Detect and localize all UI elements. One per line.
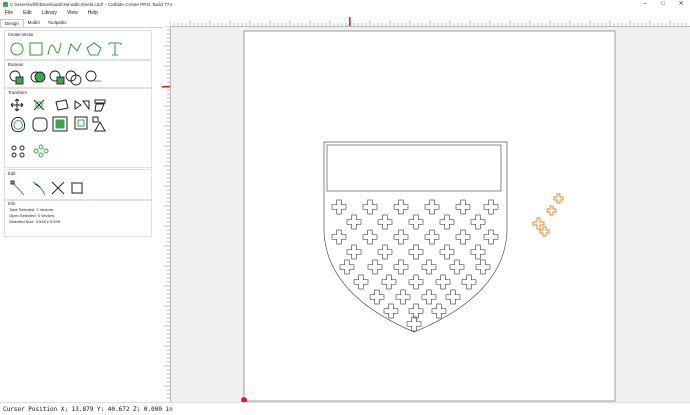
panel-tabs: Design Model Toolpaths	[0, 19, 170, 28]
menu-edit[interactable]: Edit	[23, 10, 32, 16]
menu-help[interactable]: Help	[88, 10, 98, 16]
cursor-position-text: Cursor Position X: 13.879 Y: 40.672 Z: 0…	[3, 406, 173, 413]
close-icon[interactable]: ✕	[672, 0, 690, 9]
vertical-ruler-ticks	[162, 25, 170, 399]
rotate-icon[interactable]	[55, 99, 69, 111]
vertical-ruler	[162, 25, 171, 402]
boundary-icon[interactable]	[52, 116, 68, 132]
info-header: Info	[8, 201, 15, 206]
boolean-header: Boolean	[8, 62, 24, 67]
horizontal-cursor-marker	[349, 17, 351, 26]
transform-section: Transform	[4, 88, 152, 168]
menu-view[interactable]: View	[67, 10, 78, 16]
curve-icon[interactable]	[47, 42, 62, 56]
edit-header: Edit	[8, 171, 16, 176]
horizontal-ruler	[169, 17, 690, 27]
menu-library[interactable]: Library	[42, 10, 57, 16]
circle-icon[interactable]	[10, 42, 24, 56]
status-bar: Cursor Position X: 13.879 Y: 40.672 Z: 0…	[0, 402, 690, 415]
edit-section: Edit	[4, 169, 152, 201]
select-box-icon[interactable]	[71, 182, 83, 194]
radial-array-icon[interactable]	[33, 144, 49, 158]
subtract-icon[interactable]	[49, 70, 65, 85]
design-panel: Create Vector Boolean Transform Edit Inf…	[0, 28, 169, 402]
tab-toolpaths[interactable]: Toolpaths	[44, 19, 71, 27]
offset-icon[interactable]	[11, 116, 26, 133]
weld-icon[interactable]	[30, 71, 46, 83]
title-bar: C:\Users\willfr\Downloads\HeraldicShield…	[0, 0, 690, 9]
maximize-icon[interactable]: □	[654, 0, 672, 9]
node-edit-icon[interactable]	[10, 180, 25, 196]
trim-icon[interactable]	[85, 70, 101, 82]
vertical-cursor-marker	[162, 86, 170, 88]
join-icon[interactable]	[9, 70, 24, 85]
transform-icons	[10, 98, 106, 158]
transform-header: Transform	[8, 90, 27, 95]
intersect-icon[interactable]	[65, 70, 82, 86]
align-icon[interactable]	[94, 99, 106, 112]
create-vector-icons	[10, 42, 122, 56]
info-section: Info Total Selected: 2 Vectors Open Sele…	[4, 199, 152, 237]
tab-design[interactable]: Design	[0, 19, 24, 27]
polygon-icon[interactable]	[86, 42, 102, 56]
minimize-icon[interactable]: –	[636, 0, 654, 9]
menu-bar: File Edit Library View Help	[0, 9, 690, 17]
scale-icon[interactable]	[33, 99, 45, 111]
edit-icons	[10, 180, 83, 196]
inset-icon[interactable]	[74, 116, 88, 130]
design-canvas[interactable]	[171, 27, 690, 402]
fillet-icon[interactable]	[32, 117, 48, 132]
text-icon[interactable]	[108, 42, 122, 56]
boolean-icons	[9, 70, 101, 86]
knife-icon[interactable]	[32, 181, 46, 196]
selected-size-text: Selected Size: 3.528 x 5.999	[9, 219, 60, 224]
mirror-icon[interactable]	[74, 100, 90, 111]
boolean-section: Boolean	[4, 60, 152, 88]
app-icon	[3, 2, 8, 7]
tab-model[interactable]: Model	[24, 19, 44, 27]
window-controls: – □ ✕	[636, 0, 690, 9]
cut-icon[interactable]	[51, 181, 65, 195]
rectangle-icon[interactable]	[29, 42, 43, 56]
move-icon[interactable]	[10, 98, 24, 112]
node-edit-icon[interactable]	[92, 116, 106, 132]
window-title: C:\Users\willfr\Downloads\HeraldicShield…	[10, 2, 172, 7]
create-vector-header: Create Vector	[8, 32, 34, 37]
horizontal-ruler-ticks	[169, 17, 687, 26]
array-icon[interactable]	[11, 145, 25, 158]
menu-file[interactable]: File	[5, 10, 13, 16]
stock-material	[243, 30, 616, 402]
create-vector-section: Create Vector	[4, 30, 152, 60]
canvas-svg[interactable]	[171, 27, 690, 402]
polyline-icon[interactable]	[67, 42, 82, 56]
